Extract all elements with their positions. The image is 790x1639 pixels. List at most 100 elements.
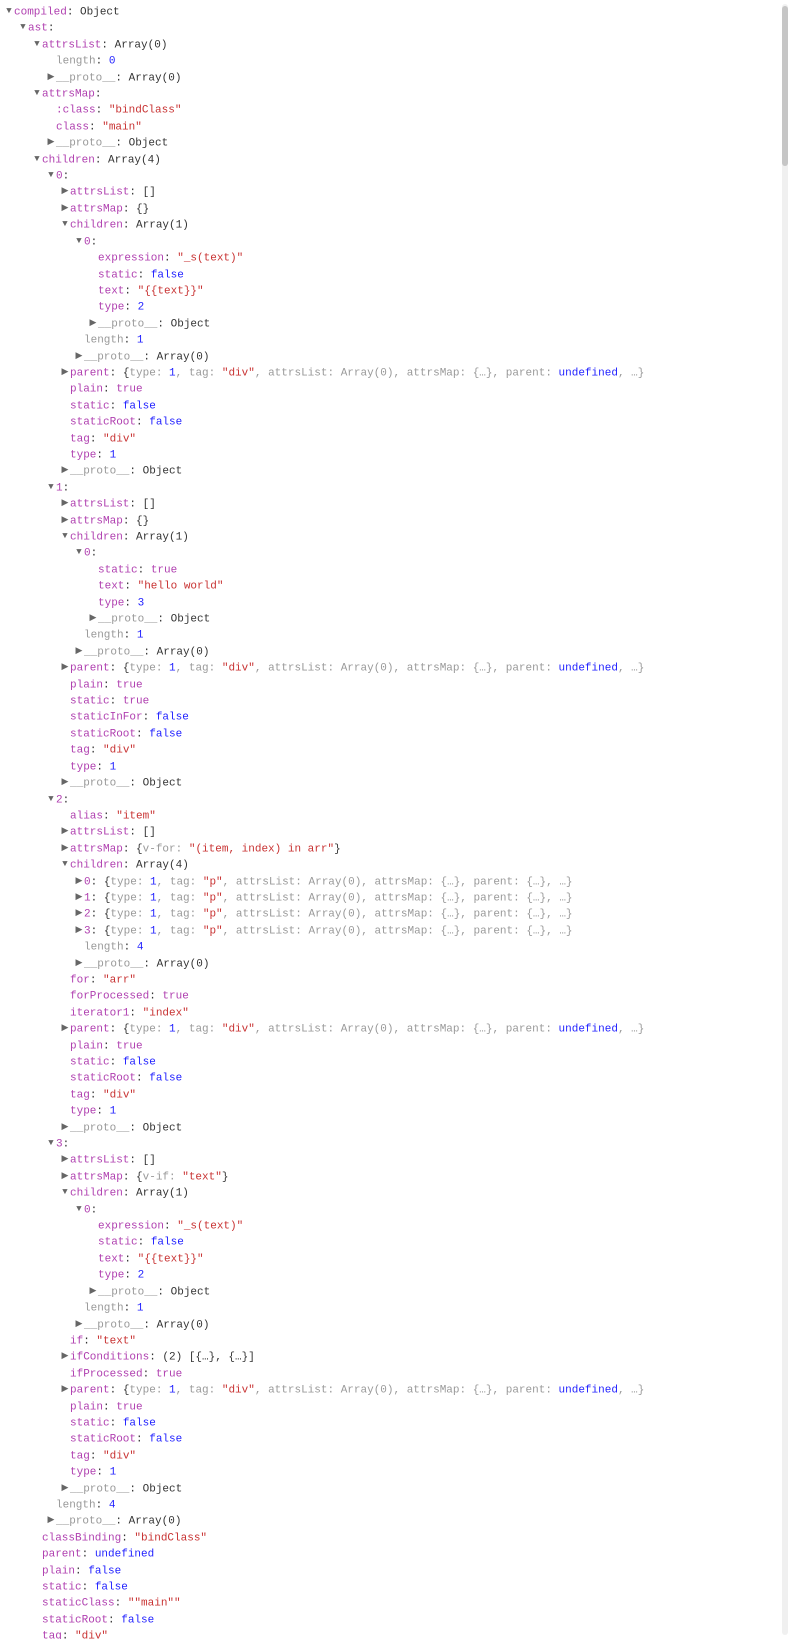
disclosure-right-icon[interactable]: ▶ (60, 1382, 70, 1397)
tree-row[interactable]: ▶parent: {type: 1, tag: "div", attrsList… (4, 660, 790, 676)
disclosure-right-icon[interactable]: ▶ (74, 923, 84, 938)
disclosure-right-icon[interactable]: ▶ (60, 660, 70, 675)
disclosure-down-icon[interactable]: ▼ (32, 37, 42, 52)
tree-row[interactable]: ▶2: {type: 1, tag: "p", attrsList: Array… (4, 906, 790, 922)
tree-row[interactable]: ▶parent: {type: 1, tag: "div", attrsList… (4, 1021, 790, 1037)
tree-row[interactable]: ▶attrsMap: {} (4, 513, 790, 529)
tree-row[interactable]: ▶__proto__: Array(0) (4, 1513, 790, 1529)
tree-row[interactable]: ▶__proto__: Object (4, 1120, 790, 1136)
tree-row[interactable]: ▼children: Array(4) (4, 152, 790, 168)
disclosure-right-icon[interactable]: ▶ (74, 644, 84, 659)
disclosure-down-icon[interactable]: ▼ (74, 545, 84, 560)
disclosure-down-icon[interactable]: ▼ (74, 1202, 84, 1217)
tree-row[interactable]: ▶__proto__: Array(0) (4, 1317, 790, 1333)
tree-row[interactable]: ▶parent: {type: 1, tag: "div", attrsList… (4, 1382, 790, 1398)
scrollbar-thumb[interactable] (782, 6, 788, 166)
disclosure-right-icon[interactable]: ▶ (74, 890, 84, 905)
disclosure-right-icon[interactable]: ▶ (60, 463, 70, 478)
disclosure-right-icon[interactable]: ▶ (88, 1284, 98, 1299)
disclosure-down-icon[interactable]: ▼ (60, 857, 70, 872)
tree-row[interactable]: ▶__proto__: Object (4, 775, 790, 791)
tree-row[interactable]: ▼children: Array(1) (4, 1185, 790, 1201)
disclosure-down-icon[interactable]: ▼ (46, 1136, 56, 1151)
disclosure-right-icon[interactable]: ▶ (60, 841, 70, 856)
tree-row[interactable]: ▶__proto__: Object (4, 1284, 790, 1300)
disclosure-right-icon[interactable]: ▶ (60, 1021, 70, 1036)
tree-row[interactable]: ▼attrsMap: (4, 86, 790, 102)
tree-row[interactable]: ▶3: {type: 1, tag: "p", attrsList: Array… (4, 923, 790, 939)
tree-row[interactable]: ▼children: Array(1) (4, 217, 790, 233)
disclosure-right-icon[interactable]: ▶ (60, 201, 70, 216)
disclosure-down-icon[interactable]: ▼ (74, 234, 84, 249)
tree-row[interactable]: ▶attrsList: [] (4, 1152, 790, 1168)
disclosure-right-icon[interactable]: ▶ (60, 1349, 70, 1364)
tree-row[interactable]: ▶attrsMap: {v-if: "text"} (4, 1169, 790, 1185)
tree-row[interactable]: ▼2: (4, 792, 790, 808)
tree-row[interactable]: ▶__proto__: Array(0) (4, 70, 790, 86)
disclosure-right-icon[interactable]: ▶ (60, 496, 70, 511)
tree-row[interactable]: ▶__proto__: Object (4, 135, 790, 151)
disclosure-right-icon[interactable]: ▶ (88, 611, 98, 626)
disclosure-right-icon[interactable]: ▶ (74, 1317, 84, 1332)
disclosure-down-icon[interactable]: ▼ (32, 152, 42, 167)
tree-row[interactable]: ▼3: (4, 1136, 790, 1152)
tree-row[interactable]: ▶0: {type: 1, tag: "p", attrsList: Array… (4, 874, 790, 890)
tree-row[interactable]: ▶attrsMap: {} (4, 201, 790, 217)
tree-row[interactable]: ▼0: (4, 234, 790, 250)
disclosure-right-icon[interactable]: ▶ (60, 775, 70, 790)
disclosure-right-icon[interactable]: ▶ (74, 956, 84, 971)
tree-row[interactable]: ▼children: Array(4) (4, 857, 790, 873)
property-value: Array(0) (115, 39, 168, 51)
tree-row[interactable]: ▶attrsMap: {v-for: "(item, index) in arr… (4, 841, 790, 857)
disclosure-right-icon[interactable]: ▶ (74, 906, 84, 921)
disclosure-down-icon[interactable]: ▼ (18, 20, 28, 35)
disclosure-right-icon[interactable]: ▶ (60, 1152, 70, 1167)
disclosure-right-icon[interactable]: ▶ (46, 135, 56, 150)
tree-row[interactable]: ▶__proto__: Object (4, 463, 790, 479)
tree-row[interactable]: ▶__proto__: Object (4, 1481, 790, 1497)
disclosure-right-icon[interactable]: ▶ (60, 824, 70, 839)
tree-row[interactable]: ▼0: (4, 1202, 790, 1218)
colon: : (89, 121, 102, 133)
tree-row[interactable]: ▶__proto__: Array(0) (4, 644, 790, 660)
tree-row[interactable]: ▶ifConditions: (2) [{…}, {…}] (4, 1349, 790, 1365)
tree-row[interactable]: ▶1: {type: 1, tag: "p", attrsList: Array… (4, 890, 790, 906)
tree-row[interactable]: ▼children: Array(1) (4, 529, 790, 545)
tree-row[interactable]: ▶attrsList: [] (4, 184, 790, 200)
tree-row[interactable]: ▼ast: (4, 20, 790, 36)
tree-row[interactable]: ▼compiled: Object (4, 4, 790, 20)
disclosure-down-icon[interactable]: ▼ (46, 792, 56, 807)
disclosure-down-icon[interactable]: ▼ (60, 1185, 70, 1200)
disclosure-right-icon[interactable]: ▶ (74, 349, 84, 364)
disclosure-down-icon[interactable]: ▼ (46, 168, 56, 183)
tree-row[interactable]: ▶attrsList: [] (4, 824, 790, 840)
disclosure-right-icon[interactable]: ▶ (88, 316, 98, 331)
tree-row[interactable]: ▶parent: {type: 1, tag: "div", attrsList… (4, 365, 790, 381)
disclosure-right-icon[interactable]: ▶ (60, 365, 70, 380)
disclosure-down-icon[interactable]: ▼ (60, 217, 70, 232)
scrollbar-track[interactable] (782, 4, 788, 1635)
tree-row[interactable]: ▼0: (4, 545, 790, 561)
object-tree[interactable]: ▼compiled: Object▼ast: ▼attrsList: Array… (4, 4, 790, 1639)
disclosure-down-icon[interactable]: ▼ (32, 86, 42, 101)
disclosure-right-icon[interactable]: ▶ (74, 874, 84, 889)
disclosure-down-icon[interactable]: ▼ (46, 480, 56, 495)
tree-row[interactable]: ▼1: (4, 480, 790, 496)
disclosure-down-icon[interactable]: ▼ (4, 4, 14, 19)
tree-row[interactable]: ▶__proto__: Object (4, 611, 790, 627)
tree-row[interactable]: ▶__proto__: Array(0) (4, 349, 790, 365)
disclosure-down-icon[interactable]: ▼ (60, 529, 70, 544)
tree-row[interactable]: ▶__proto__: Object (4, 316, 790, 332)
tree-row[interactable]: ▼0: (4, 168, 790, 184)
disclosure-right-icon[interactable]: ▶ (46, 1513, 56, 1528)
colon: : (103, 810, 116, 822)
disclosure-right-icon[interactable]: ▶ (60, 1481, 70, 1496)
tree-row[interactable]: ▶attrsList: [] (4, 496, 790, 512)
disclosure-right-icon[interactable]: ▶ (60, 513, 70, 528)
disclosure-right-icon[interactable]: ▶ (60, 1120, 70, 1135)
disclosure-right-icon[interactable]: ▶ (46, 70, 56, 85)
tree-row[interactable]: ▶__proto__: Array(0) (4, 956, 790, 972)
disclosure-right-icon[interactable]: ▶ (60, 184, 70, 199)
disclosure-right-icon[interactable]: ▶ (60, 1169, 70, 1184)
tree-row[interactable]: ▼attrsList: Array(0) (4, 37, 790, 53)
